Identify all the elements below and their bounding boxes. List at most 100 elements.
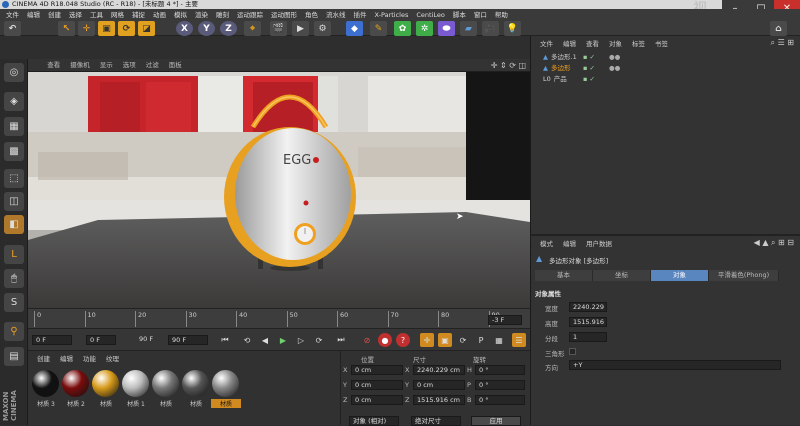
key-param-button[interactable]: P <box>474 333 488 347</box>
render-view-button[interactable]: 🎬 <box>270 21 287 36</box>
texture-mode-button[interactable]: ▦ <box>4 117 24 136</box>
attribute-field[interactable]: 1 <box>569 332 607 342</box>
autokey-button[interactable]: ● <box>378 333 392 347</box>
object-menu-item[interactable]: 查看 <box>581 38 604 48</box>
menu-item[interactable]: X-Particles <box>371 10 413 20</box>
scale-button[interactable]: ▣ <box>98 21 115 36</box>
material-menu-item[interactable]: 创建 <box>32 353 55 363</box>
viewport-menu-item[interactable]: 显示 <box>95 59 118 72</box>
viewport-menu-item[interactable]: 选项 <box>118 59 141 72</box>
object-row[interactable]: ▲ 多边形 ▪ ✓ ●● <box>531 63 800 74</box>
rotation-field[interactable]: 0 ° <box>475 365 525 375</box>
menu-item[interactable]: 脚本 <box>449 10 470 20</box>
object-menu-item[interactable]: 书签 <box>650 38 673 48</box>
attribute-nav-icons[interactable]: ◀ ▲ ⌕ ⊞ ⊟ <box>754 238 794 248</box>
direction-select[interactable]: +Y <box>569 360 781 370</box>
start-frame-field[interactable]: 0 F <box>32 335 72 345</box>
material-swatch[interactable] <box>122 370 149 397</box>
object-status-icons[interactable]: ▪ ✓ <box>583 74 595 85</box>
menu-item[interactable]: 运动图形 <box>267 10 301 20</box>
object-manager-icons[interactable]: ⌕ ☰ ⊞ <box>771 38 794 48</box>
menu-item[interactable]: 文件 <box>2 10 23 20</box>
timeline-ruler[interactable]: 0102030405060708090 -3 F <box>28 308 530 328</box>
prev-key-button[interactable]: ⟲ <box>240 333 254 347</box>
attribute-menu-item[interactable]: 编辑 <box>558 238 581 248</box>
points-mode-button[interactable]: ⬚ <box>4 169 24 188</box>
pen-spline-icon[interactable]: ✎ <box>370 21 387 36</box>
live-select-button[interactable]: ↖ <box>58 21 75 36</box>
go-to-end-button[interactable]: ⏭ <box>334 333 348 347</box>
menu-item[interactable]: 编辑 <box>23 10 44 20</box>
next-frame-button[interactable]: ▷ <box>294 333 308 347</box>
recent-tool-button[interactable]: ◪ <box>138 21 155 36</box>
cube-object-icon[interactable]: ◆ <box>346 21 363 36</box>
menu-item[interactable]: 动画 <box>149 10 170 20</box>
attribute-menu-item[interactable]: 模式 <box>535 238 558 248</box>
go-to-start-button[interactable]: ⏮ <box>218 333 232 347</box>
axis-mode-button[interactable]: L <box>4 245 24 264</box>
attribute-menu-item[interactable]: 用户数据 <box>581 238 617 248</box>
object-status-icons[interactable]: ▪ ✓ <box>583 63 595 74</box>
menu-item[interactable]: 角色 <box>301 10 322 20</box>
material-swatch[interactable] <box>212 370 239 397</box>
key-rotation-button[interactable]: ⟳ <box>456 333 470 347</box>
material-tag-icon[interactable]: ●● <box>609 52 620 63</box>
z-axis-button[interactable]: Z <box>220 21 237 36</box>
key-position-button[interactable]: ✛ <box>420 333 434 347</box>
cloner-icon[interactable]: ✲ <box>416 21 433 36</box>
menu-item[interactable]: 选择 <box>65 10 86 20</box>
end-frame-field[interactable]: 90 F <box>168 335 208 345</box>
coordinate-system-button[interactable]: ⌖ <box>244 21 261 36</box>
object-menu-item[interactable]: 编辑 <box>558 38 581 48</box>
current-frame-field[interactable]: 0 F <box>86 335 116 345</box>
viewport-3d[interactable]: EGG ➤ <box>28 72 530 308</box>
record-keys-button[interactable]: ⊘ <box>360 333 374 347</box>
rotate-button[interactable]: ⟳ <box>118 21 135 36</box>
size-field[interactable]: 1515.916 cm <box>413 395 465 405</box>
viewport-menu-item[interactable]: 过滤 <box>141 59 164 72</box>
key-scale-button[interactable]: ▣ <box>438 333 452 347</box>
material-swatch[interactable] <box>62 370 89 397</box>
size-field[interactable]: 0 cm <box>413 380 465 390</box>
deformer-icon[interactable]: ⬬ <box>438 21 455 36</box>
key-pla-button[interactable]: ▦ <box>492 333 506 347</box>
attribute-tab[interactable]: 对象 <box>651 270 709 281</box>
model-mode-button[interactable]: ◈ <box>4 92 24 111</box>
snap-button[interactable]: S <box>4 293 24 312</box>
attribute-tab[interactable]: 基本 <box>535 270 593 281</box>
object-menu-item[interactable]: 文件 <box>535 38 558 48</box>
render-to-picture-viewer-button[interactable]: ▶ <box>292 21 309 36</box>
rotation-field[interactable]: 0 ° <box>475 380 525 390</box>
material-menu-item[interactable]: 纹理 <box>101 353 124 363</box>
floor-icon[interactable]: ▰ <box>460 21 477 36</box>
make-editable-button[interactable]: ◎ <box>4 63 24 82</box>
attribute-tab[interactable]: 坐标 <box>593 270 651 281</box>
viewport-menu-item[interactable]: 摄像机 <box>65 59 95 72</box>
keyframe-selection-button[interactable]: ? <box>396 333 410 347</box>
rotation-field[interactable]: 0 ° <box>475 395 525 405</box>
timeline-end-frame[interactable]: -3 F <box>488 315 522 325</box>
menu-item[interactable]: 渲染 <box>191 10 212 20</box>
timeline-layout-button[interactable]: ☰ <box>512 333 526 347</box>
viewport-menu-item[interactable]: 查看 <box>42 59 65 72</box>
object-row[interactable]: L0 产品 ▪ ✓ <box>531 74 800 85</box>
position-field[interactable]: 0 cm <box>351 380 403 390</box>
undo-button[interactable]: ↶ <box>4 21 21 36</box>
menu-item[interactable]: 流水线 <box>322 10 350 20</box>
y-axis-button[interactable]: Y <box>198 21 215 36</box>
workplane-mode-button[interactable]: ▩ <box>4 142 24 161</box>
attribute-field[interactable]: 1515.916 <box>569 317 607 327</box>
menu-item[interactable]: 创建 <box>44 10 65 20</box>
material-tag-icon[interactable]: ●● <box>609 63 620 74</box>
object-status-icons[interactable]: ▪ ✓ <box>583 52 595 63</box>
menu-item[interactable]: 窗口 <box>470 10 491 20</box>
object-row[interactable]: ▲ 多边形.1 ▪ ✓ ●● <box>531 52 800 63</box>
material-swatch[interactable] <box>92 370 119 397</box>
layout-icon[interactable]: ⌂ <box>770 21 787 36</box>
menu-item[interactable]: 网格 <box>107 10 128 20</box>
size-field[interactable]: 2240.229 cm <box>413 365 465 375</box>
subdivision-icon[interactable]: ✿ <box>394 21 411 36</box>
light-icon[interactable]: 💡 <box>504 21 521 36</box>
position-field[interactable]: 0 cm <box>351 395 403 405</box>
material-swatch[interactable] <box>152 370 179 397</box>
